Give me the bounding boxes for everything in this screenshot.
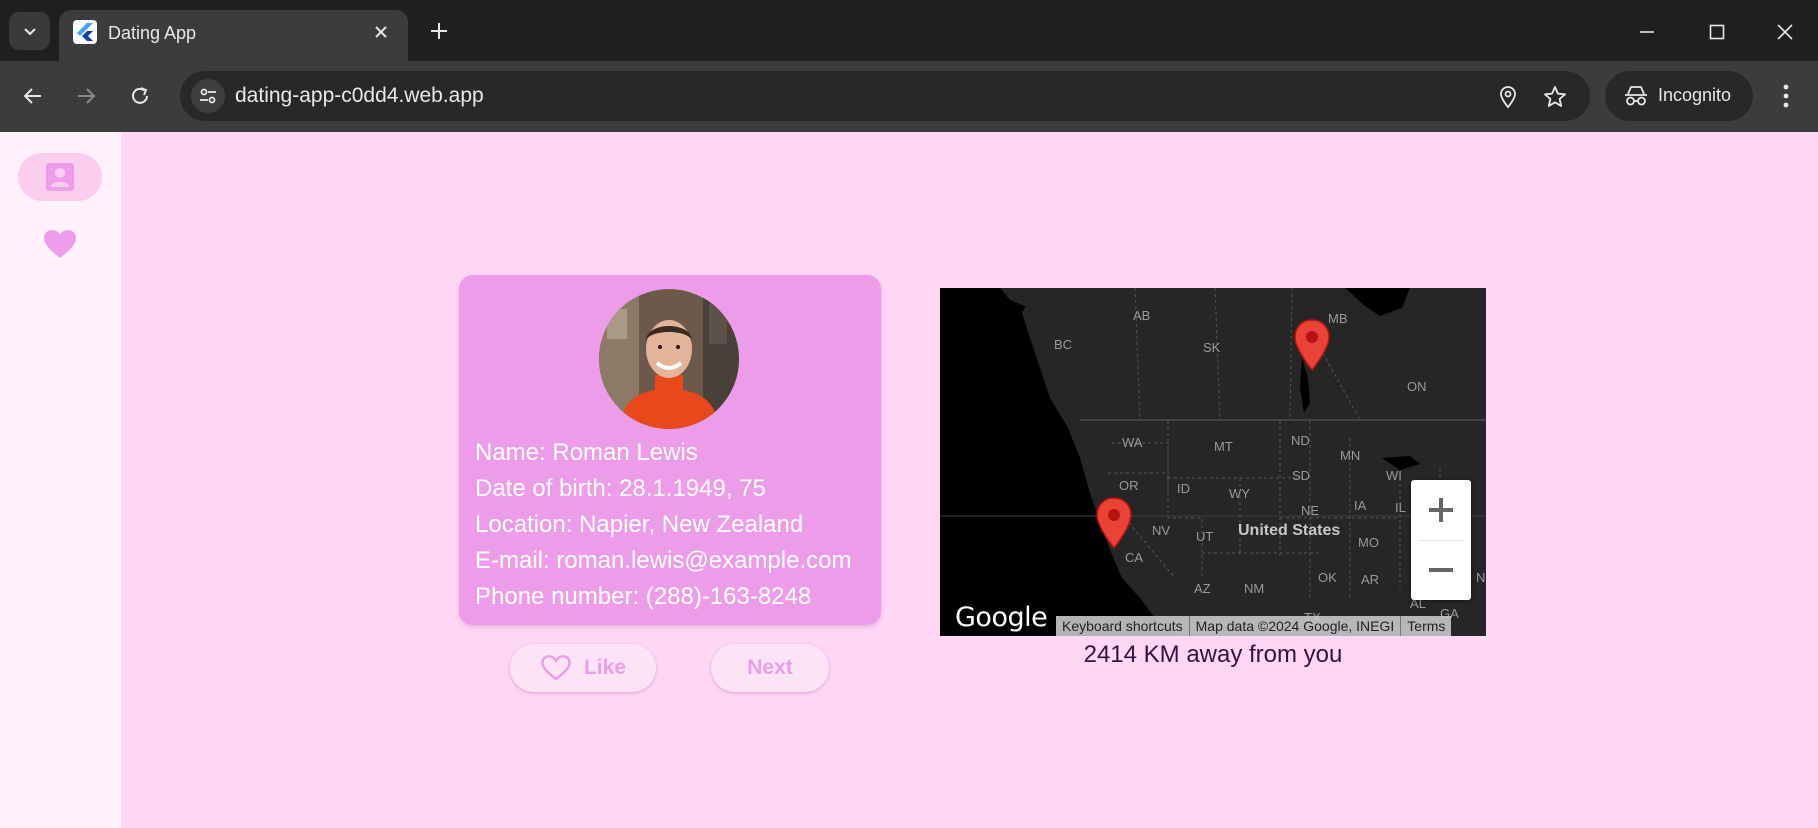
map-label: MO xyxy=(1358,535,1379,550)
incognito-icon xyxy=(1623,84,1649,108)
profile-phone: Phone number: (288)-163-8248 xyxy=(475,583,812,610)
map-country-label: United States xyxy=(1238,522,1341,539)
browser-tab-strip: Dating App xyxy=(0,0,1818,61)
nav-profile-button[interactable] xyxy=(18,153,102,201)
person-card-icon xyxy=(46,163,74,191)
reload-button[interactable] xyxy=(122,78,158,114)
flutter-favicon-icon xyxy=(73,20,97,44)
distance-text: 2414 KM away from you xyxy=(1083,641,1343,668)
like-button[interactable]: Like xyxy=(510,644,656,692)
minimize-icon xyxy=(1640,31,1654,33)
map-label: NM xyxy=(1244,581,1265,596)
arrow-left-icon xyxy=(23,88,41,104)
map-label: AB xyxy=(1133,308,1151,323)
window-close-button[interactable] xyxy=(1765,14,1805,50)
map-label: OK xyxy=(1318,570,1337,585)
plus-icon xyxy=(431,23,447,39)
like-label: Like xyxy=(583,656,627,679)
next-button[interactable]: Next xyxy=(711,644,829,692)
profile-location: Location: Napier, New Zealand xyxy=(475,511,804,538)
more-vertical-icon xyxy=(1783,84,1789,108)
minus-icon xyxy=(1429,568,1453,572)
map-label: NE xyxy=(1301,503,1320,518)
next-label: Next xyxy=(747,656,793,679)
forward-button[interactable] xyxy=(68,78,104,114)
map-label: IL xyxy=(1395,500,1406,515)
site-info-button[interactable] xyxy=(191,79,225,113)
location-button[interactable] xyxy=(1493,82,1523,112)
incognito-indicator[interactable]: Incognito xyxy=(1605,71,1753,121)
tune-icon xyxy=(200,88,216,104)
map-pin-icon[interactable] xyxy=(1293,318,1331,372)
close-icon xyxy=(1777,24,1793,40)
map-label: MN xyxy=(1340,448,1361,463)
app-page: Name: Roman Lewis Date of birth: 28.1.19… xyxy=(0,132,1818,828)
map-label: WI xyxy=(1386,468,1402,483)
map-label: CA xyxy=(1125,550,1144,565)
map-label: WA xyxy=(1122,435,1143,450)
close-icon xyxy=(375,26,387,38)
avatar xyxy=(599,289,739,429)
maximize-button[interactable] xyxy=(1697,14,1737,50)
terms-link[interactable]: Terms xyxy=(1400,616,1452,636)
map-label: N xyxy=(1476,570,1486,585)
tab-close-button[interactable] xyxy=(368,19,394,45)
heart-outline-icon xyxy=(541,655,571,681)
map-label: MT xyxy=(1214,439,1233,454)
tab-title: Dating App xyxy=(108,23,197,43)
keyboard-shortcuts-link[interactable]: Keyboard shortcuts xyxy=(1056,616,1189,636)
zoom-out-button[interactable] xyxy=(1411,540,1471,600)
map-label: BC xyxy=(1054,337,1073,352)
map-data-credit: Map data ©2024 Google, INEGI xyxy=(1188,616,1401,636)
bookmark-button[interactable] xyxy=(1540,82,1570,112)
profile-info: Name: Roman Lewis Date of birth: 28.1.19… xyxy=(475,435,851,615)
maximize-icon xyxy=(1709,24,1725,40)
map-label: AZ xyxy=(1194,581,1211,596)
map-label: ND xyxy=(1291,433,1310,448)
profile-email: E-mail: roman.lewis@example.com xyxy=(475,547,852,574)
browser-tab[interactable]: Dating App xyxy=(59,10,408,61)
browser-toolbar: dating-app-c0dd4.web.app Incognito xyxy=(0,61,1818,132)
incognito-label: Incognito xyxy=(1658,85,1732,105)
map-label: AR xyxy=(1361,572,1380,587)
map-label: ON xyxy=(1407,379,1427,394)
map-label: SD xyxy=(1292,468,1311,483)
map-pin-icon[interactable] xyxy=(1095,496,1133,550)
navigation-rail xyxy=(0,132,121,828)
map-attribution: Keyboard shortcuts Map data ©2024 Google… xyxy=(1056,616,1452,636)
chevron-down-icon xyxy=(23,28,36,36)
location-pin-icon xyxy=(1500,86,1516,109)
tab-search-button[interactable] xyxy=(9,12,50,50)
heart-icon xyxy=(44,230,76,258)
map-label: UT xyxy=(1196,529,1214,544)
url-text[interactable]: dating-app-c0dd4.web.app xyxy=(235,84,484,108)
map-label: ID xyxy=(1177,481,1190,496)
address-bar[interactable]: dating-app-c0dd4.web.app xyxy=(180,71,1590,121)
star-icon xyxy=(1544,86,1566,107)
map-label: IA xyxy=(1354,498,1367,513)
map-label: NV xyxy=(1152,523,1171,538)
browser-menu-button[interactable] xyxy=(1770,78,1802,114)
arrow-right-icon xyxy=(78,88,96,104)
profile-dob: Date of birth: 28.1.1949, 75 xyxy=(475,475,766,502)
minimize-button[interactable] xyxy=(1627,14,1667,50)
map-label: SK xyxy=(1203,340,1221,355)
back-button[interactable] xyxy=(15,78,51,114)
plus-icon xyxy=(1429,498,1453,522)
profile-name: Name: Roman Lewis xyxy=(475,439,698,466)
reload-icon xyxy=(132,87,148,104)
map-view[interactable]: AB MB BC SK ON WA MT ND MN SD WI OR ID W… xyxy=(940,288,1486,636)
profile-card: Name: Roman Lewis Date of birth: 28.1.19… xyxy=(459,275,881,625)
google-logo[interactable]: Google xyxy=(955,602,1048,633)
map-zoom-control xyxy=(1411,480,1471,600)
zoom-in-button[interactable] xyxy=(1411,480,1471,540)
nav-favorites-button[interactable] xyxy=(36,220,84,268)
map-label: OR xyxy=(1119,478,1139,493)
map-label: WY xyxy=(1229,486,1250,501)
new-tab-button[interactable] xyxy=(424,16,454,46)
